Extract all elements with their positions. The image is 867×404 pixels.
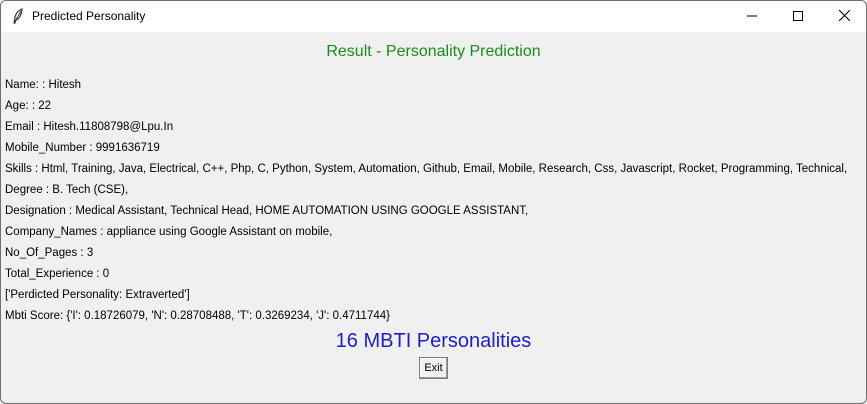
company-names-line: Company_Names : appliance using Google A… <box>5 226 333 238</box>
email-line: Email : Hitesh.11808798@Lpu.In <box>5 121 174 133</box>
skills-line: Skills : Html, Training, Java, Electrica… <box>5 163 848 175</box>
mbti-score-line: Mbti Score: {'I': 0.18726079, 'N': 0.287… <box>5 310 390 322</box>
result-heading: Result - Personality Prediction <box>326 43 541 60</box>
pages-line: No_Of_Pages : 3 <box>5 247 94 259</box>
designation-line: Designation : Medical Assistant, Technic… <box>5 205 529 217</box>
mbti-link-heading[interactable]: 16 MBTI Personalities <box>1 330 866 353</box>
close-button[interactable] <box>821 1 866 32</box>
degree-line: Degree : B. Tech (CSE), <box>5 184 129 196</box>
window-title: Predicted Personality <box>32 9 146 23</box>
minimize-button[interactable] <box>729 1 775 32</box>
name-line: Name: : Hitesh <box>5 79 82 91</box>
age-line: Age: : 22 <box>5 100 52 112</box>
title-bar[interactable]: Predicted Personality <box>1 1 866 32</box>
app-window: Predicted Personality Result - Personali… <box>0 0 867 404</box>
maximize-button[interactable] <box>775 1 821 32</box>
experience-line: Total_Experience : 0 <box>5 268 110 280</box>
mobile-number-line: Mobile_Number : 9991636719 <box>5 142 160 154</box>
feather-icon <box>11 8 25 24</box>
predicted-personality-line: ['Perdicted Personality: Extraverted'] <box>5 289 190 301</box>
maximize-icon <box>793 8 803 26</box>
minimize-icon <box>747 8 757 26</box>
exit-button[interactable]: Exit <box>419 357 448 379</box>
close-icon <box>838 8 850 26</box>
